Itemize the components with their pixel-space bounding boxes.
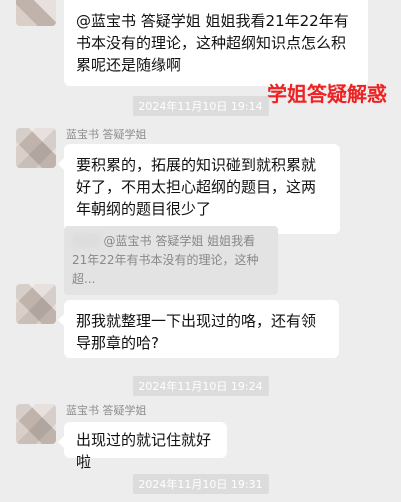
message-text: 那我就整理一下出现过的咯，还有领导那章的哈? (76, 312, 317, 352)
timestamp: 2024年11月10日 19:31 (132, 474, 269, 494)
quoted-message[interactable]: ███ @蓝宝书 答疑学姐 姐姐我看21年22年有书本没有的理论，这种超... (64, 226, 278, 295)
avatar[interactable] (16, 284, 56, 324)
message-text: 出现过的就记住就好啦 (76, 431, 212, 471)
avatar[interactable] (16, 0, 56, 26)
timestamp: 2024年11月10日 19:24 (132, 376, 269, 396)
timestamp: 2024年11月10日 19:14 (132, 96, 269, 116)
red-tag-label: 学姐答疑解惑 (267, 82, 387, 106)
message-bubble-question: @蓝宝书 答疑学姐 姐姐我看21年22年有书本没有的理论，这种超纲知识点怎么积累… (64, 0, 368, 86)
avatar[interactable] (16, 404, 56, 444)
avatar[interactable] (16, 128, 56, 168)
quote-avatar-blur: ███ (72, 234, 100, 248)
message-bubble-answer: 要积累的，拓展的知识碰到就积累就好了，不用太担心超纲的题目，这两年朝纲的题目很少… (58, 144, 340, 234)
sender-name: 蓝宝书 答疑学姐 (66, 128, 147, 141)
message-bubble-followup: 那我就整理一下出现过的咯，还有领导那章的哈? (58, 300, 339, 358)
message-bubble-answer: 出现过的就记住就好啦 (58, 422, 227, 471)
message-text: @蓝宝书 答疑学姐 姐姐我看21年22年有书本没有的理论，这种超纲知识点怎么积累… (76, 12, 349, 74)
message-text: 要积累的，拓展的知识碰到就积累就好了，不用太担心超纲的题目，这两年朝纲的题目很少… (76, 156, 317, 218)
sender-name: 蓝宝书 答疑学姐 (66, 404, 147, 417)
